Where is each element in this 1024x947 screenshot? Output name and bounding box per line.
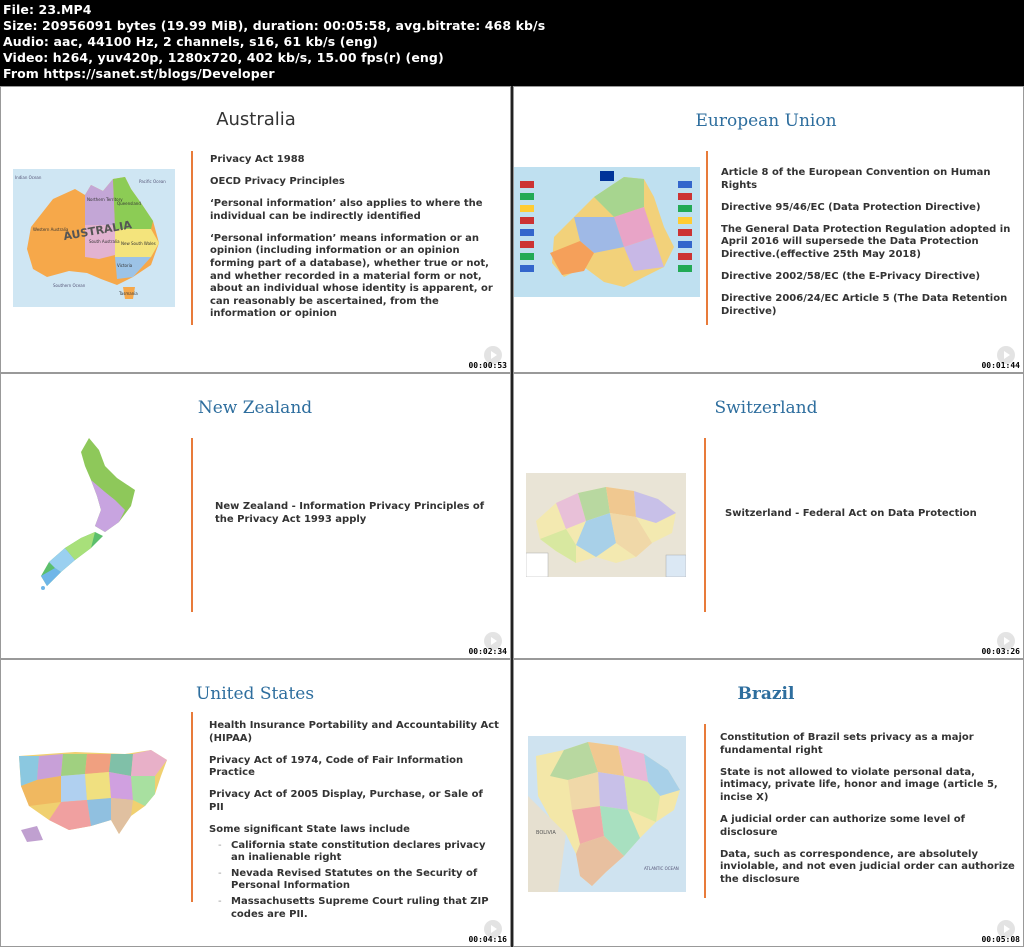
map-label-indian-ocean: Indian Ocean (15, 175, 42, 180)
australia-map: Indian Ocean Pacific Ocean Southern Ocea… (13, 169, 175, 307)
slide-divider (704, 438, 706, 612)
brazil-map: BOLIVIA ATLANTIC OCEAN (528, 736, 686, 892)
bullet-point: Directive 2006/24/EC Article 5 (The Data… (721, 293, 1008, 317)
source-line: From https://sanet.st/blogs/Developer (3, 66, 275, 81)
slide-title: United States (195, 684, 315, 704)
europe-map (514, 167, 700, 297)
slide-title: Brazil (737, 684, 795, 704)
bullet-point: Switzerland - Federal Act on Data Protec… (725, 508, 977, 519)
bullet-point: Directive 95/46/EC (Data Protection Dire… (721, 201, 981, 213)
slide-bullets: Constitution of Brazil sets privacy as a… (720, 732, 1015, 896)
bullet-point: Article 8 of the European Convention on … (721, 167, 991, 191)
file-name-line: File: 23.MP4 (3, 2, 92, 17)
slide-switzerland[interactable]: Switzerland Switzerland - Federal Act on… (513, 373, 1024, 659)
timestamp: 00:03:26 (981, 647, 1020, 656)
map-label-tas: Tasmania (118, 291, 138, 296)
map-label-southern-ocean: Southern Ocean (53, 283, 86, 288)
slide-bullets: Privacy Act 1988 OECD Privacy Principles… (210, 154, 502, 331)
slide-title: European Union (695, 111, 837, 131)
bullet-point: Data, such as correspondence, are absolu… (720, 848, 1015, 885)
new-zealand-map (41, 438, 135, 590)
map-label-qld: Queensland (117, 201, 141, 206)
slide-title: New Zealand (197, 398, 313, 418)
timestamp: 00:05:08 (981, 935, 1020, 944)
bullet-point: A judicial order can authorize some leve… (720, 813, 966, 838)
map-label-nsw: New South Wales (121, 241, 156, 246)
bullet-point: OECD Privacy Principles (210, 176, 345, 188)
bullet-point: Privacy Act of 1974, Code of Fair Inform… (209, 754, 464, 779)
slide-australia[interactable]: Australia Indian Ocean Pacific Ocean Sou… (0, 86, 511, 373)
size-line: Size: 20956091 bytes (19.99 MiB), durati… (3, 18, 546, 33)
sub-bullet-list: California state constitution declares p… (218, 840, 501, 922)
slide-divider (704, 724, 706, 898)
bullet-point: Directive 2002/58/EC (the E-Privacy Dire… (721, 271, 981, 283)
slide-divider (191, 712, 193, 902)
bullet-point: Some significant State laws include (209, 824, 410, 836)
sub-bullet-point: Massachusetts Supreme Court ruling that … (218, 896, 501, 921)
timestamp: 00:02:34 (468, 647, 507, 656)
switzerland-map (526, 473, 686, 577)
bullet-point: Privacy Act of 2005 Display, Purchase, o… (209, 789, 483, 813)
slide-bullets: Article 8 of the European Convention on … (721, 167, 1015, 328)
slide-divider (191, 151, 193, 325)
video-info-header: File: 23.MP4 Size: 20956091 bytes (19.99… (0, 0, 1024, 86)
timestamp: 00:04:16 (468, 935, 507, 944)
slide-divider (706, 151, 708, 325)
slide-brazil[interactable]: Brazil BOLIVIA ATLANTIC OCEAN Constituti… (513, 659, 1024, 947)
audio-line: Audio: aac, 44100 Hz, 2 channels, s16, 6… (3, 34, 378, 49)
slide-bullets: New Zealand - Information Privacy Princi… (215, 501, 495, 536)
timestamp: 00:00:53 (468, 361, 507, 370)
map-label-pacific-ocean: Pacific Ocean (139, 179, 166, 184)
video-line: Video: h264, yuv420p, 1280x720, 402 kb/s… (3, 50, 444, 65)
sub-bullet-point: California state constitution declares p… (218, 840, 501, 865)
map-label-atlantic: ATLANTIC OCEAN (644, 866, 679, 871)
thumbnail-grid: Australia Indian Ocean Pacific Ocean Sou… (0, 86, 1024, 947)
slide-bullets: Health Insurance Portability and Account… (209, 720, 501, 924)
united-states-map (19, 750, 167, 842)
map-label-bolivia: BOLIVIA (536, 830, 556, 836)
slide-new-zealand[interactable]: New Zealand New Zealand - Information Pr… (0, 373, 511, 659)
slide-united-states[interactable]: United States Health Insurance Portabili… (0, 659, 511, 947)
map-label-sa: South Australia (89, 239, 120, 244)
bullet-point: Privacy Act 1988 (210, 154, 305, 165)
bullet-point: New Zealand - Information Privacy Princi… (215, 501, 485, 525)
slide-european-union[interactable]: European Union Article 8 of the European… (513, 86, 1024, 373)
map-label-vic: Victoria (117, 263, 133, 268)
slide-title: Australia (216, 109, 296, 130)
bullet-point: Health Insurance Portability and Account… (209, 720, 499, 744)
bullet-point: The General Data Protection Regulation a… (721, 223, 1011, 260)
slide-divider (191, 438, 193, 612)
timestamp: 00:01:44 (981, 361, 1020, 370)
slide-title: Switzerland (714, 398, 818, 418)
sub-bullet-point: Nevada Revised Statutes on the Security … (218, 868, 501, 893)
bullet-point: Constitution of Brazil sets privacy as a… (720, 732, 974, 756)
bullet-point: ‘Personal information’ means information… (210, 232, 493, 320)
slide-bullets: Switzerland - Federal Act on Data Protec… (725, 508, 1015, 530)
bullet-point: ‘Personal information’ also applies to w… (210, 198, 483, 222)
bullet-point: State is not allowed to violate personal… (720, 766, 998, 803)
